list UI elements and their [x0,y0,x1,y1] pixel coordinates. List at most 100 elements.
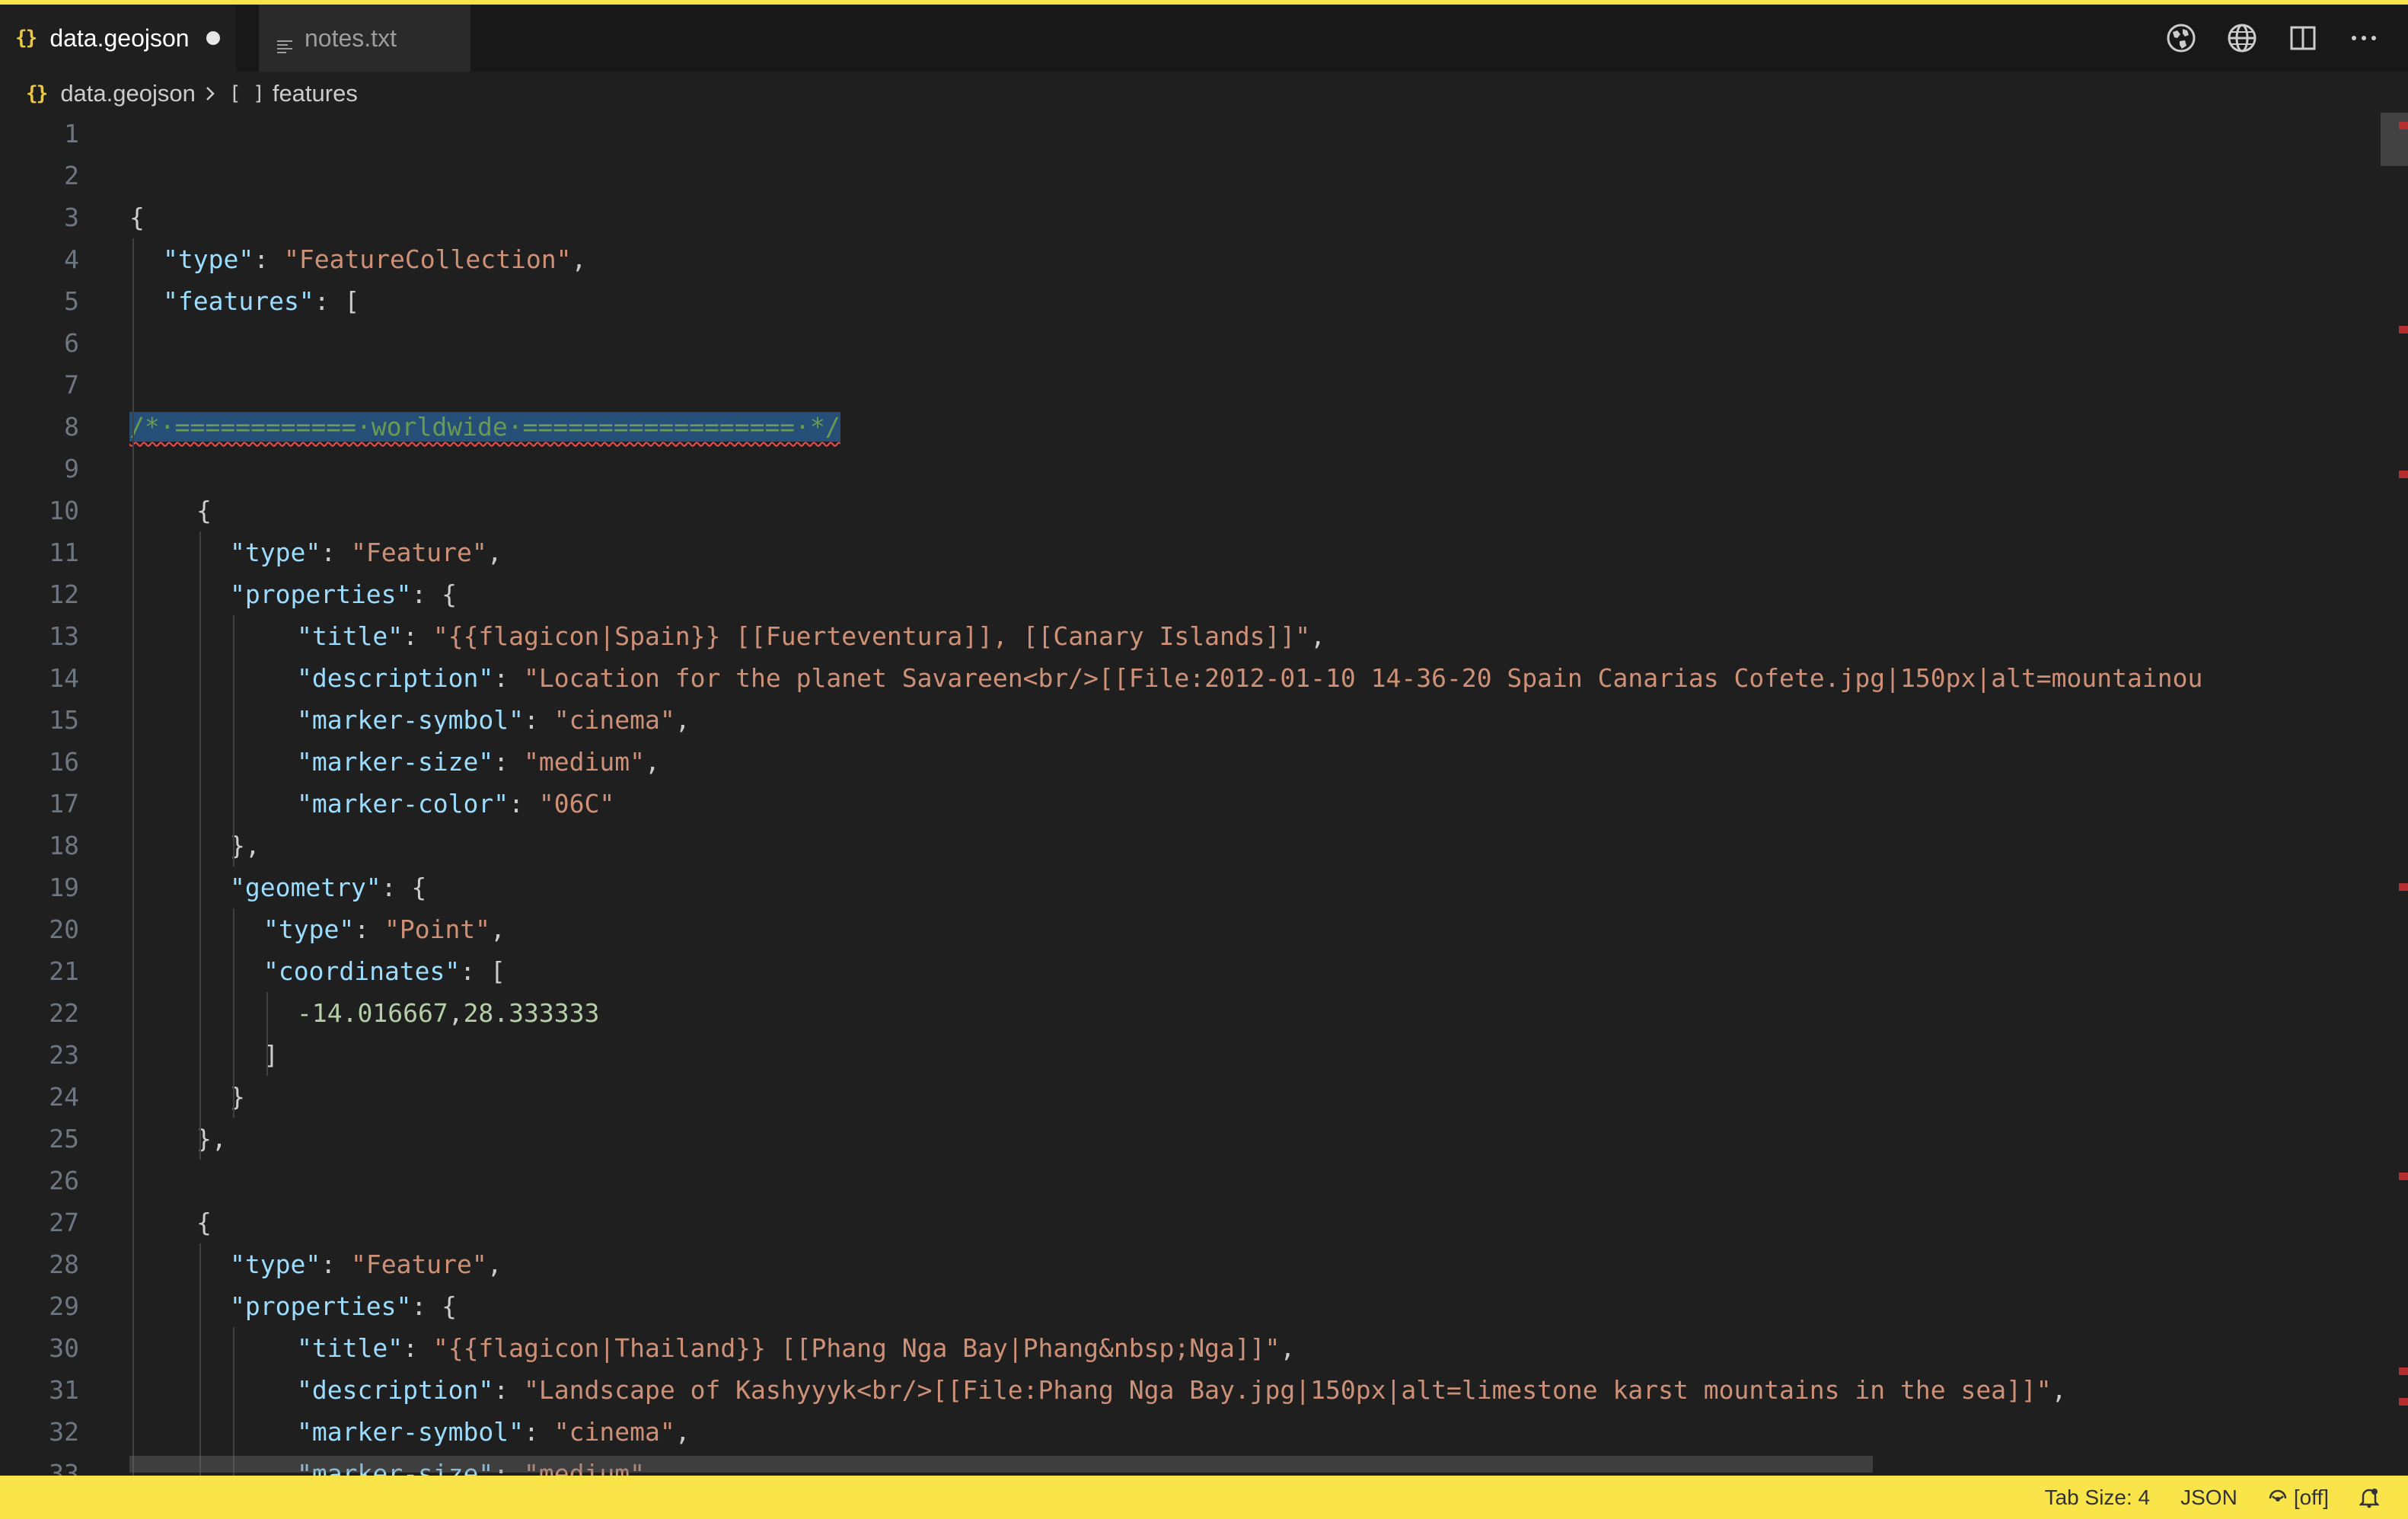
code-token: "Feature" [350,1249,487,1279]
line-number: 19 [49,873,79,902]
breadcrumb-file[interactable]: data.geojson [60,80,196,107]
code-token: : [254,244,284,274]
code-line[interactable]: "type": "Point", [263,908,506,950]
code-token: "marker-size" [297,747,494,777]
notifications-status[interactable] [2359,1487,2385,1508]
json-icon: {} [15,27,37,49]
code-line[interactable]: "marker-color": "06C" [297,783,614,825]
ruler-error-mark [2399,122,2408,129]
ruler-error-mark [2399,326,2408,333]
line-number: 28 [49,1249,79,1279]
code-token: "Location for the planet Savareen<br/>[[… [524,663,2203,693]
line-number: 22 [49,998,79,1028]
code-line[interactable]: "description": "Landscape of Kashyyyk<br… [297,1369,2067,1411]
tab-size-status[interactable]: Tab Size: 4 [2045,1485,2151,1510]
code-token: : { [411,579,458,609]
ruler-error-mark [2399,1173,2408,1180]
split-editor-icon[interactable] [2286,21,2320,55]
status-bar: Tab Size: 4 JSON [off] [0,1476,2408,1519]
live-share-label: [off] [2293,1485,2329,1509]
line-number: 32 [49,1417,79,1447]
code-line[interactable]: { [129,196,145,238]
world-map-icon[interactable] [2164,21,2198,55]
code-line[interactable]: } [230,1076,245,1118]
code-line[interactable]: "properties": { [230,1285,457,1327]
code-line[interactable]: "type": "Feature", [230,1243,502,1285]
code-line[interactable]: { [196,490,212,531]
editor-window: {} data.geojson notes.txt {} data.geojso… [0,0,2408,1519]
code-line[interactable]: "coordinates": [ [263,950,506,992]
code-token: : [524,705,554,735]
line-number: 2 [64,161,79,190]
code-token: "FeatureCollection" [283,244,572,274]
code-token: , [1280,1333,1296,1363]
code-line[interactable]: "marker-size": "medium", [297,741,660,783]
code-token: : { [381,873,427,902]
code-line[interactable]: "features": [ [163,280,359,322]
code-line[interactable]: "type": "FeatureCollection", [163,238,586,280]
code-editor[interactable]: 1 2 3 4 5 6 7 8 9 10 11 12 13 14 15 16 17 18 19 20 21 22 23 24 2… [0,113,2408,1476]
code-line[interactable]: -14.016667,28.333333 [297,992,599,1034]
code-line[interactable]: "type": "Feature", [230,531,502,573]
line-number: 14 [49,663,79,693]
code-token: "Landscape of Kashyyyk<br/>[[File:Phang … [524,1375,2052,1405]
code-token: "06C" [538,789,615,819]
code-line[interactable]: ] [263,1034,279,1076]
code-token: , [675,1417,691,1447]
code-token: : [ [314,286,360,316]
line-number: 4 [64,244,79,274]
tab-notes-txt[interactable]: notes.txt [259,5,470,72]
code-token: ] [263,1040,279,1070]
code-token: "marker-symbol" [297,1417,525,1447]
code-line[interactable]: "properties": { [230,573,457,615]
line-number: 9 [64,454,79,483]
line-number: 18 [49,831,79,860]
code-token: "{{flagicon|Spain}} [[Fuerteventura]], [… [432,621,1311,651]
horizontal-scrollbar[interactable] [129,1456,1873,1473]
code-token: { [196,1208,212,1237]
code-token: , [486,538,502,567]
indent-guide [199,531,201,1160]
code-line[interactable]: "title": "{{flagicon|Spain}} [[Fuerteven… [297,615,1325,657]
live-share-status[interactable]: [off] [2268,1485,2329,1510]
language-label: JSON [2180,1485,2237,1509]
code-token: : [493,663,525,693]
unsaved-dot-icon[interactable] [206,31,220,45]
indent-guide [266,992,268,1076]
comment-token: /*·============·worldwide·==============… [129,412,840,442]
breadcrumb: {} data.geojson [ ] features [26,75,358,113]
code-token: "{{flagicon|Thailand}} [[Phang Nga Bay|P… [432,1333,1281,1363]
code-line[interactable]: "marker-symbol": "cinema", [297,699,691,741]
code-token: : [493,747,525,777]
line-number: 11 [49,538,79,567]
code-line[interactable]: "title": "{{flagicon|Thailand}} [[Phang … [297,1327,1295,1369]
line-number: 26 [49,1166,79,1195]
code-token: "medium" [524,747,645,777]
tab-label: notes.txt [305,24,397,52]
code-token: : [321,1249,351,1279]
code-token: "marker-symbol" [297,705,525,735]
vertical-scrollbar[interactable] [2381,113,2408,1476]
code-token: : [354,914,384,944]
line-number: 29 [49,1291,79,1321]
globe-icon[interactable] [2225,21,2259,55]
code-line[interactable]: /*·============·worldwide·==============… [129,406,840,448]
line-number: 12 [49,579,79,609]
code-line[interactable]: "description": "Location for the planet … [297,657,2202,699]
tab-data-geojson[interactable]: {} data.geojson [0,5,236,72]
vertical-scrollbar-thumb[interactable] [2381,113,2408,166]
code-token: , [644,747,660,777]
code-line[interactable]: "geometry": { [230,866,426,908]
code-line[interactable]: "marker-symbol": "cinema", [297,1411,691,1453]
code-token: : [403,1333,433,1363]
code-token: "properties" [230,579,412,609]
code-token: , [675,705,691,735]
more-actions-icon[interactable] [2347,21,2381,55]
code-token: , [1310,621,1326,651]
indent-guide [233,908,234,1118]
code-line[interactable]: { [196,1201,212,1243]
line-number: 5 [64,286,79,316]
line-number: 27 [49,1208,79,1237]
breadcrumb-symbol[interactable]: features [273,80,358,107]
language-mode-status[interactable]: JSON [2180,1485,2237,1510]
